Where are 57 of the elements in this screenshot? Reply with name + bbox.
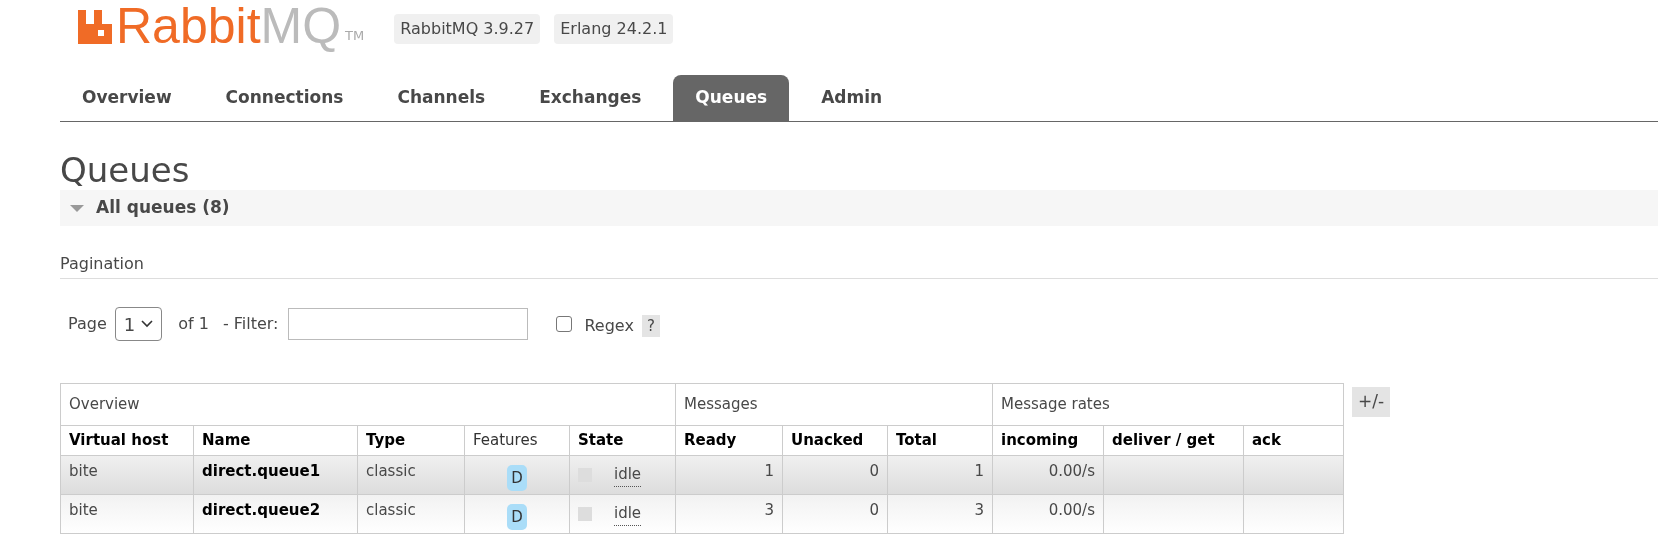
column-group-header: Message rates <box>992 383 1344 426</box>
regex-checkbox[interactable] <box>556 316 573 332</box>
column-header[interactable]: Ready <box>675 425 783 456</box>
column-header[interactable]: incoming <box>992 425 1104 456</box>
column-header[interactable]: Type <box>357 425 465 456</box>
column-header[interactable]: ack <box>1243 425 1344 456</box>
section-header[interactable]: All queues (8) <box>60 190 1658 226</box>
column-header[interactable]: Virtual host <box>60 425 194 456</box>
nav-tab[interactable]: Exchanges <box>517 75 664 121</box>
table-cell: 0.00/s <box>992 455 1104 495</box>
column-header[interactable]: Features <box>464 425 570 456</box>
queue-link[interactable]: direct.queue2 <box>193 494 358 534</box>
version-badge: Erlang 24.2.1 <box>554 14 674 44</box>
table-cell: classic <box>357 494 465 534</box>
column-header[interactable]: deliver / get <box>1103 425 1244 456</box>
table-cell: 1 <box>675 455 783 495</box>
state-label: idle <box>614 463 642 487</box>
page-title: Queues <box>60 150 191 190</box>
nav-tab[interactable]: Admin <box>799 75 905 121</box>
version-badge: RabbitMQ 3.9.27 <box>394 14 541 44</box>
help-button[interactable]: ? <box>641 314 660 338</box>
column-group-header: Messages <box>675 383 993 426</box>
nav-tab[interactable]: Queues <box>673 75 790 121</box>
table-cell: 1 <box>887 455 993 495</box>
filter-label: - Filter: <box>222 313 279 335</box>
table-cell: 0 <box>782 494 888 534</box>
regex-label: Regex <box>584 315 634 337</box>
nav-tab[interactable]: Overview <box>60 75 194 121</box>
column-header[interactable]: State <box>569 425 676 456</box>
durable-badge: D <box>507 464 527 492</box>
page-select[interactable]: 1 <box>114 307 163 341</box>
trademark: TM <box>345 29 365 42</box>
state-square-icon <box>578 507 592 521</box>
durable-badge: D <box>507 503 527 531</box>
table-cell: 0 <box>782 455 888 495</box>
table-cell: bite <box>60 455 194 495</box>
section-title: All queues (8) <box>96 196 230 220</box>
columns-toggle-button[interactable]: +/- <box>1352 387 1391 417</box>
table-cell: 3 <box>887 494 993 534</box>
column-header[interactable]: Name <box>193 425 358 456</box>
column-header[interactable]: Unacked <box>782 425 888 456</box>
page-label: Page <box>68 313 107 335</box>
nav-tab[interactable]: Connections <box>203 75 366 121</box>
filter-field[interactable] <box>288 308 529 340</box>
table-cell: 3 <box>675 494 783 534</box>
subsection-title: Pagination <box>60 254 144 273</box>
page-count: of 1 <box>178 313 209 335</box>
nav-tab[interactable]: Channels <box>375 75 508 121</box>
table-cell: classic <box>357 455 465 495</box>
chevron-icon <box>141 320 154 328</box>
column-header[interactable]: Total <box>887 425 993 456</box>
logo-icon <box>78 10 112 44</box>
table-cell: bite <box>60 494 194 534</box>
column-group-header: Overview <box>60 383 676 426</box>
state-label: idle <box>614 502 642 526</box>
queue-link[interactable]: direct.queue1 <box>193 455 358 495</box>
table-cell: 0.00/s <box>992 494 1104 534</box>
